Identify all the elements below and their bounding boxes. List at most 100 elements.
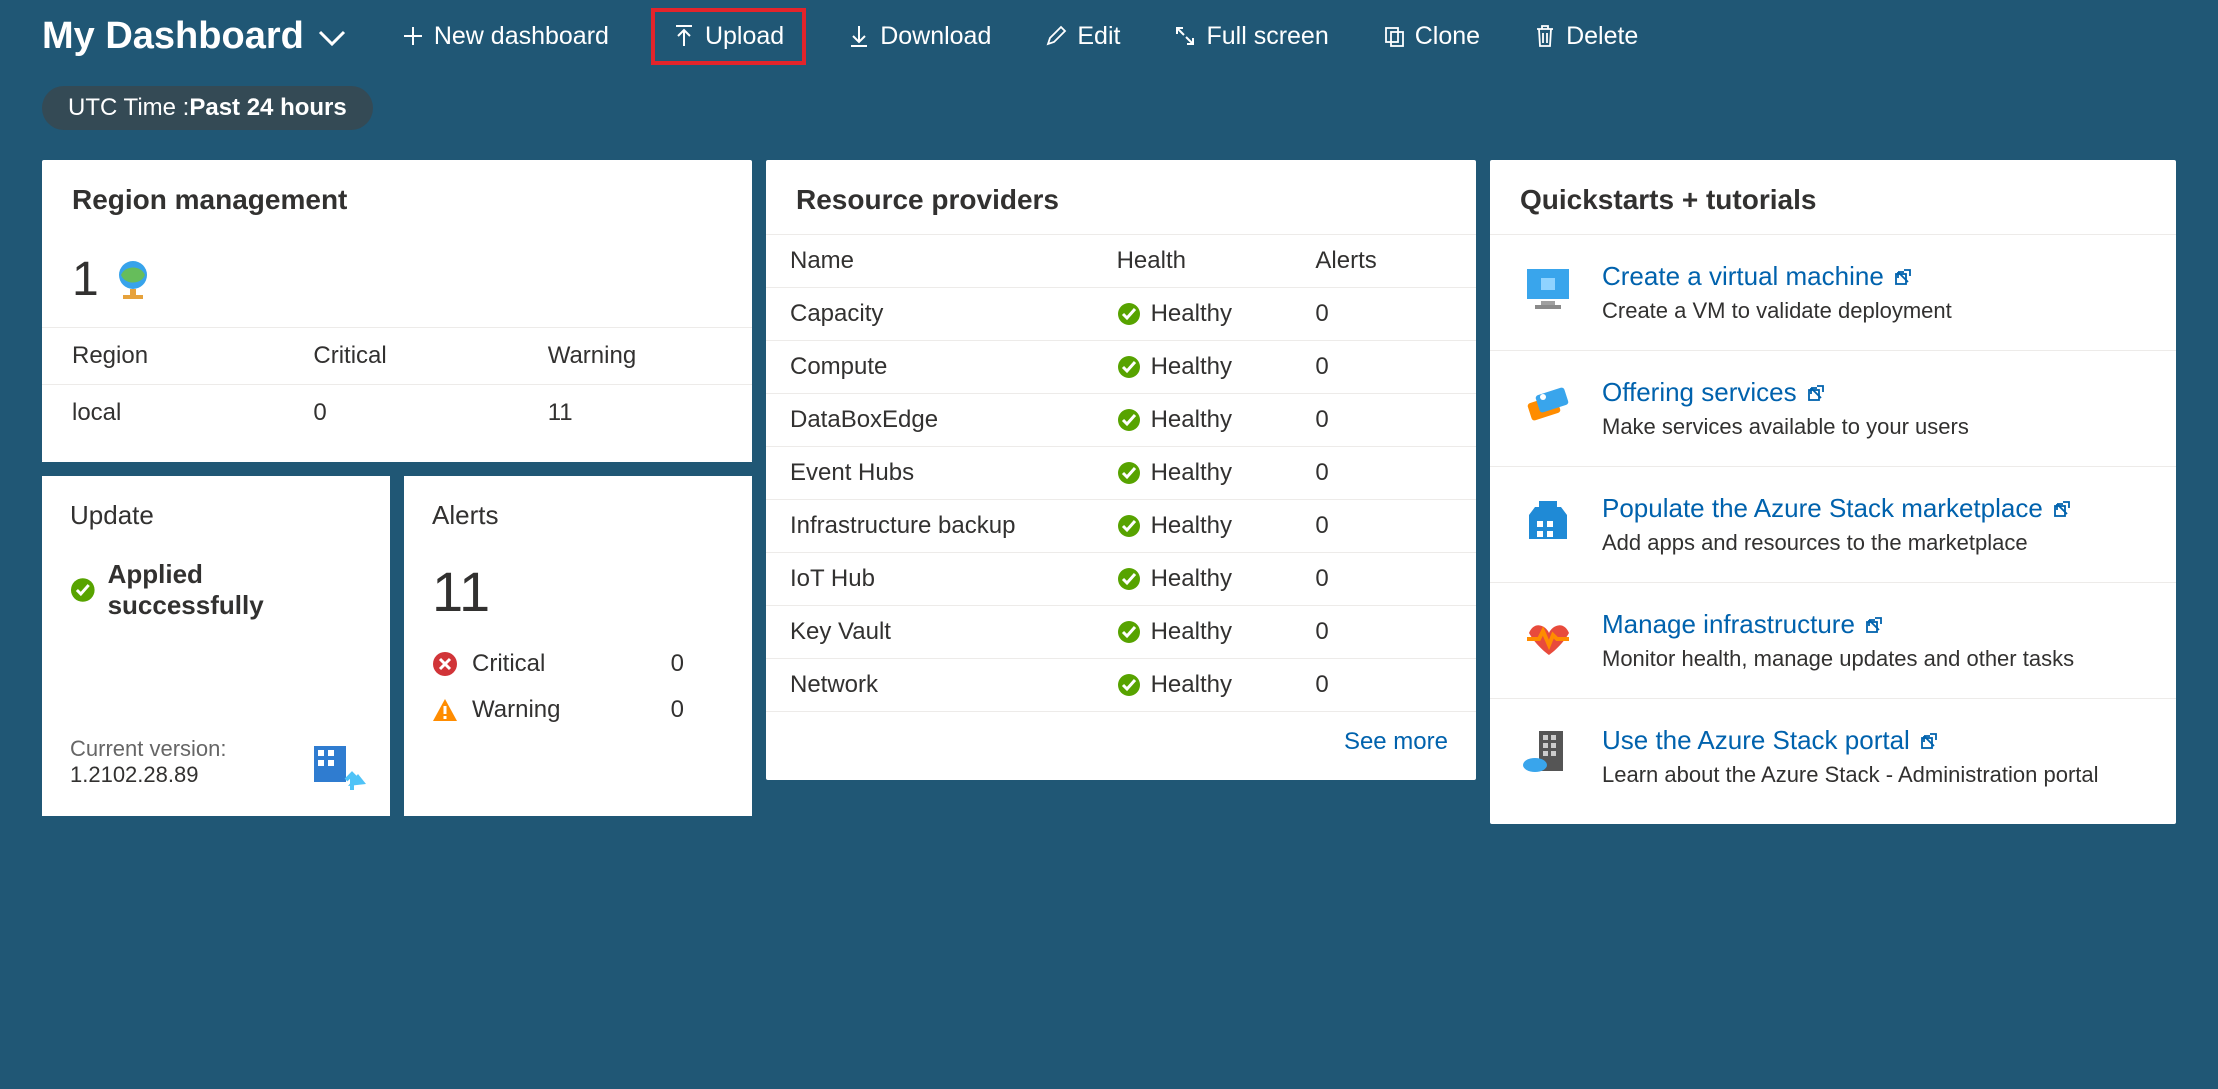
quickstart-icon: [1520, 261, 1576, 324]
download-button[interactable]: Download: [840, 16, 999, 57]
table-row[interactable]: Infrastructure backupHealthy0: [766, 500, 1476, 553]
rp-alerts: 0: [1291, 394, 1476, 447]
quickstart-icon: [1520, 377, 1576, 440]
table-row[interactable]: CapacityHealthy0: [766, 288, 1476, 341]
col-health: Health: [1093, 235, 1292, 288]
alerts-warning-row[interactable]: Warning 0: [432, 696, 724, 724]
table-row[interactable]: local 0 11: [42, 385, 752, 462]
rp-alerts: 0: [1291, 659, 1476, 712]
fullscreen-icon: [1174, 25, 1196, 47]
upload-icon: [673, 24, 695, 48]
quickstart-icon: [1520, 725, 1576, 788]
check-circle-icon: [1117, 567, 1141, 591]
check-circle-icon: [1117, 302, 1141, 326]
check-circle-icon: [1117, 461, 1141, 485]
rp-health: Healthy: [1117, 353, 1268, 381]
rp-alerts: 0: [1291, 447, 1476, 500]
clone-icon: [1383, 25, 1405, 47]
quickstart-desc: Learn about the Azure Stack - Administra…: [1602, 762, 2099, 788]
table-row[interactable]: Event HubsHealthy0: [766, 447, 1476, 500]
current-version: Current version: 1.2102.28.89: [70, 736, 227, 788]
dashboard-board: Region management 1 Region Critical Warn…: [0, 130, 2218, 824]
col-warning: Warning: [518, 328, 752, 385]
update-status: Applied successfully: [70, 559, 362, 621]
quickstart-desc: Make services available to your users: [1602, 414, 1969, 440]
rp-health: Healthy: [1117, 565, 1268, 593]
rp-name: Infrastructure backup: [766, 500, 1093, 553]
rp-name: IoT Hub: [766, 553, 1093, 606]
rp-health: Healthy: [1117, 406, 1268, 434]
rp-alerts: 0: [1291, 606, 1476, 659]
rp-alerts: 0: [1291, 288, 1476, 341]
quickstart-link[interactable]: Populate the Azure Stack marketplace: [1602, 493, 2071, 524]
resource-providers-table: Name Health Alerts CapacityHealthy0Compu…: [766, 234, 1476, 712]
quickstart-link[interactable]: Create a virtual machine: [1602, 261, 1952, 292]
dashboard-title[interactable]: My Dashboard: [42, 15, 346, 58]
quickstarts-tile: Quickstarts + tutorials Create a virtual…: [1490, 160, 2176, 824]
upload-button[interactable]: Upload: [651, 8, 806, 65]
alerts-total: 11: [432, 559, 724, 624]
table-row[interactable]: Key Vault Healthy 0: [766, 606, 1476, 659]
alerts-tile: Alerts 11 Critical 0 Warning 0: [404, 476, 752, 816]
rp-name: Key Vault: [766, 606, 1093, 659]
resource-providers-tile: Resource providers Name Health Alerts Ca…: [766, 160, 1476, 780]
quickstart-desc: Add apps and resources to the marketplac…: [1602, 530, 2071, 556]
rp-health: Healthy: [1117, 618, 1268, 646]
region-table: Region Critical Warning local 0 11: [42, 327, 752, 462]
update-title: Update: [70, 500, 362, 531]
see-more-link[interactable]: See more: [766, 712, 1476, 780]
quickstart-icon: [1520, 609, 1576, 672]
resource-providers-title: Resource providers: [766, 160, 1476, 234]
external-link-icon: [1807, 384, 1825, 402]
rp-health: Healthy: [1117, 512, 1268, 540]
col-name: Name: [766, 235, 1093, 288]
check-circle-icon: [1117, 408, 1141, 432]
check-circle-icon: [1117, 620, 1141, 644]
rp-health: Healthy: [1117, 671, 1268, 699]
col-critical: Critical: [283, 328, 517, 385]
table-row[interactable]: Compute Healthy 0: [766, 341, 1476, 394]
trash-icon: [1534, 24, 1556, 48]
building-update-icon: [308, 742, 366, 794]
table-row[interactable]: DataBoxEdgeHealthy0: [766, 394, 1476, 447]
rp-name: Compute: [766, 341, 1093, 394]
globe-icon: [113, 259, 153, 301]
alerts-title: Alerts: [432, 500, 724, 531]
quickstart-icon: [1520, 493, 1576, 556]
quickstart-link[interactable]: Use the Azure Stack portal: [1602, 725, 2099, 756]
region-management-tile: Region management 1 Region Critical Warn…: [42, 160, 752, 462]
table-row[interactable]: IoT HubHealthy0: [766, 553, 1476, 606]
quickstart-link[interactable]: Manage infrastructure: [1602, 609, 2074, 640]
check-circle-icon: [1117, 673, 1141, 697]
download-icon: [848, 24, 870, 48]
quickstart-link[interactable]: Offering services: [1602, 377, 1969, 408]
quickstarts-title: Quickstarts + tutorials: [1490, 160, 2176, 234]
delete-button[interactable]: Delete: [1526, 16, 1646, 57]
dashboard-toolbar: My Dashboard New dashboard Upload Downlo…: [0, 0, 2218, 60]
alerts-critical-row[interactable]: Critical 0: [432, 650, 724, 678]
warning-triangle-icon: [432, 697, 458, 723]
error-circle-icon: [432, 651, 458, 677]
new-dashboard-button[interactable]: New dashboard: [394, 16, 617, 57]
rp-name: Capacity: [766, 288, 1093, 341]
edit-button[interactable]: Edit: [1037, 16, 1128, 57]
quickstart-item: Create a virtual machine Create a VM to v…: [1490, 235, 2176, 351]
quickstart-item: Manage infrastructureMonitor health, man…: [1490, 583, 2176, 699]
update-tile: Update Applied successfully Current vers…: [42, 476, 390, 816]
fullscreen-button[interactable]: Full screen: [1166, 16, 1336, 57]
table-row[interactable]: NetworkHealthy0: [766, 659, 1476, 712]
region-count: 1: [42, 234, 752, 327]
region-management-title: Region management: [42, 160, 752, 234]
time-range-pill[interactable]: UTC Time : Past 24 hours: [42, 86, 373, 130]
quickstart-item: Populate the Azure Stack marketplace Add …: [1490, 467, 2176, 583]
external-link-icon: [1894, 268, 1912, 286]
chevron-down-icon: [318, 30, 346, 48]
rp-name: Event Hubs: [766, 447, 1093, 500]
check-circle-icon: [1117, 355, 1141, 379]
quickstart-desc: Create a VM to validate deployment: [1602, 298, 1952, 324]
pencil-icon: [1045, 25, 1067, 47]
check-circle-icon: [70, 577, 96, 603]
external-link-icon: [1920, 732, 1938, 750]
clone-button[interactable]: Clone: [1375, 16, 1488, 57]
rp-alerts: 0: [1291, 341, 1476, 394]
